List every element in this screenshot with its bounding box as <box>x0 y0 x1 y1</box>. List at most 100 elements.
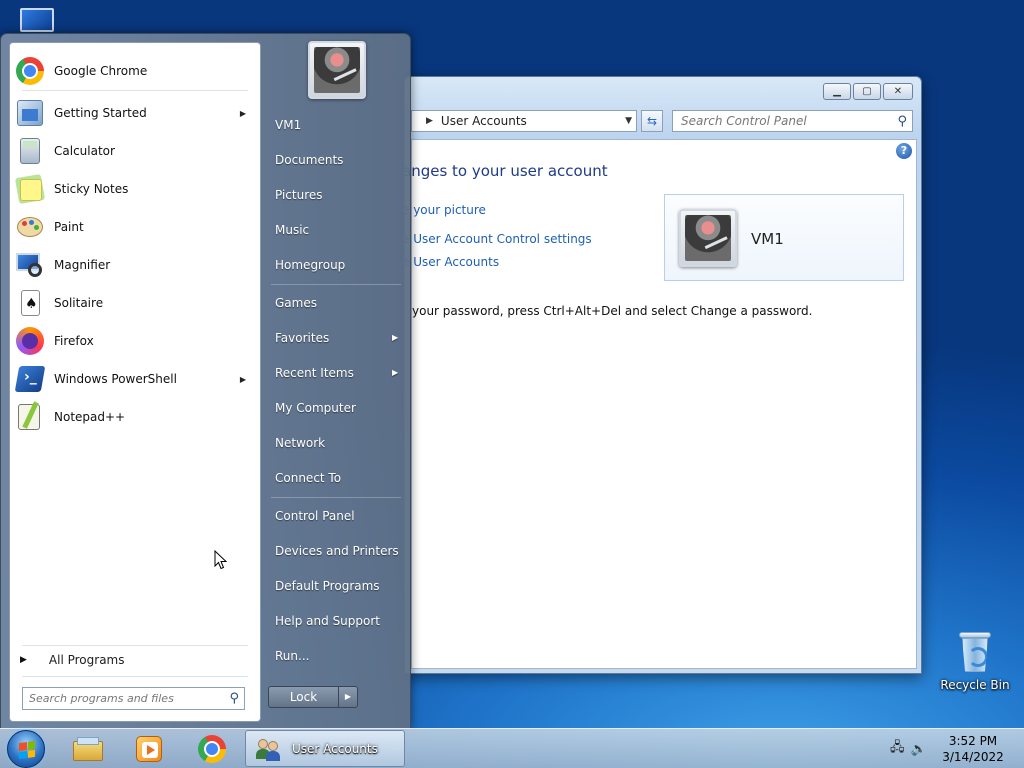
minimize-icon: ▁ <box>833 86 841 97</box>
program-label: Google Chrome <box>54 64 148 78</box>
places-item-default-programs[interactable]: Default Programs <box>275 579 380 593</box>
places-label: Music <box>275 223 310 237</box>
places-item-vm1[interactable]: VM1 <box>275 118 301 132</box>
powershell-icon: ›_ <box>14 363 46 395</box>
address-dropdown-icon[interactable]: ▼ <box>625 116 632 126</box>
places-label: Control Panel <box>275 509 355 523</box>
program-google-chrome[interactable]: Google Chrome <box>12 54 258 88</box>
manage-accounts-link[interactable]: e User Accounts <box>402 255 499 269</box>
start-search-input[interactable]: Search programs and files ⚲ <box>22 687 245 710</box>
taskbar-chrome[interactable] <box>186 732 238 766</box>
places-item-homegroup[interactable]: Homegroup <box>275 258 345 272</box>
paint-icon <box>14 211 46 243</box>
program-label: Calculator <box>54 144 115 158</box>
refresh-button[interactable]: ⇆ <box>641 110 663 132</box>
taskbar-user-accounts[interactable]: User Accounts <box>245 730 405 767</box>
start-button[interactable] <box>7 730 45 768</box>
program-windows-powershell[interactable]: ›_ Windows PowerShell ▶ <box>12 362 258 396</box>
uac-settings-link[interactable]: e User Account Control settings <box>402 232 592 246</box>
submenu-arrow-icon: ▶ <box>392 368 399 377</box>
places-item-favorites[interactable]: Favorites ▶ <box>275 331 398 345</box>
minimize-button[interactable]: ▁ <box>823 83 851 100</box>
clock[interactable]: 3:52 PM 3/14/2022 <box>930 733 1016 765</box>
places-label: My Computer <box>275 401 356 415</box>
chrome-icon <box>14 55 46 87</box>
places-item-recent-items[interactable]: Recent Items ▶ <box>275 366 398 380</box>
program-magnifier[interactable]: Magnifier <box>12 248 258 282</box>
places-item-devices-printers[interactable]: Devices and Printers <box>275 544 399 558</box>
help-icon[interactable]: ? <box>896 143 912 159</box>
divider <box>22 90 248 91</box>
submenu-arrow-icon[interactable]: ▶ <box>240 109 246 118</box>
program-paint[interactable]: Paint <box>12 210 258 244</box>
search-placeholder: Search Control Panel <box>681 114 807 128</box>
places-item-run[interactable]: Run... <box>275 649 309 663</box>
volume-icon[interactable]: 🔈 <box>911 742 927 757</box>
all-programs-arrow-icon: ▶ <box>20 655 27 665</box>
program-solitaire[interactable]: ♠ Solitaire <box>12 286 258 320</box>
computer-desktop-icon[interactable] <box>12 8 62 36</box>
explorer-icon <box>73 737 103 761</box>
solitaire-icon: ♠ <box>14 287 46 319</box>
submenu-arrow-icon[interactable]: ▶ <box>240 375 246 384</box>
all-programs-button[interactable]: ▶ All Programs <box>20 653 125 667</box>
search-icon[interactable]: ⚲ <box>897 114 907 129</box>
lock-main-button[interactable]: Lock <box>269 687 339 707</box>
places-label: Games <box>275 296 317 310</box>
search-control-panel-input[interactable]: Search Control Panel ⚲ <box>672 110 913 132</box>
taskbar-media-player[interactable] <box>123 732 175 766</box>
window-controls: ▁ ▢ ✕ <box>823 83 913 100</box>
places-item-control-panel[interactable]: Control Panel <box>275 509 355 523</box>
shutdown-options-arrow-icon[interactable]: ▶ <box>339 687 357 707</box>
breadcrumb-arrow-icon[interactable]: ▶ <box>426 116 433 126</box>
search-icon[interactable]: ⚲ <box>229 688 239 709</box>
program-getting-started[interactable]: Getting Started ▶ <box>12 96 258 130</box>
program-sticky-notes[interactable]: Sticky Notes <box>12 172 258 206</box>
taskbar-explorer[interactable] <box>62 732 114 766</box>
maximize-icon: ▢ <box>862 86 872 97</box>
network-icon[interactable]: 🖧 <box>890 738 905 760</box>
places-label: Connect To <box>275 471 342 485</box>
all-programs-label: All Programs <box>48 653 125 667</box>
user-avatar-icon <box>679 209 737 267</box>
places-item-help-support[interactable]: Help and Support <box>275 614 380 628</box>
control-panel-content: ? anges to your user account e your pict… <box>402 139 917 669</box>
page-title: anges to your user account <box>402 162 608 180</box>
places-label: VM1 <box>275 118 302 132</box>
places-label: Favorites <box>275 331 330 345</box>
places-item-network[interactable]: Network <box>275 436 325 450</box>
breadcrumb-user-accounts[interactable]: User Accounts <box>441 114 527 128</box>
password-hint-text: your password, press Ctrl+Alt+Del and se… <box>412 304 813 318</box>
program-notepad-plus-plus[interactable]: Notepad++ <box>12 400 258 434</box>
places-item-music[interactable]: Music <box>275 223 309 237</box>
address-bar[interactable]: ▶ User Accounts ▼ <box>411 110 637 132</box>
start-menu-places-pane: VM1 Documents Pictures Music Homegroup G… <box>263 34 410 730</box>
sticky-notes-icon <box>14 173 46 205</box>
program-label: Firefox <box>54 334 94 348</box>
places-label: Run... <box>275 649 310 663</box>
places-label: Network <box>275 436 326 450</box>
close-icon: ✕ <box>893 86 903 97</box>
change-picture-link[interactable]: e your picture <box>402 203 486 217</box>
close-button[interactable]: ✕ <box>883 83 913 100</box>
places-item-documents[interactable]: Documents <box>275 153 343 167</box>
lock-button: Lock ▶ <box>268 686 358 708</box>
user-account-card: VM1 <box>664 194 904 281</box>
places-item-connect-to[interactable]: Connect To <box>275 471 341 485</box>
places-item-games[interactable]: Games <box>275 296 317 310</box>
places-label: Homegroup <box>275 258 346 272</box>
program-label: Getting Started <box>54 106 147 120</box>
program-calculator[interactable]: Calculator <box>12 134 258 168</box>
places-item-my-computer[interactable]: My Computer <box>275 401 356 415</box>
program-firefox[interactable]: Firefox <box>12 324 258 358</box>
places-label: Help and Support <box>275 614 380 628</box>
user-picture-icon[interactable] <box>308 41 366 99</box>
program-label: Sticky Notes <box>54 182 129 196</box>
recycle-bin-desktop-icon[interactable]: Recycle Bin <box>935 630 1015 692</box>
chrome-icon <box>198 735 226 763</box>
places-item-pictures[interactable]: Pictures <box>275 188 323 202</box>
notepadpp-icon <box>14 401 46 433</box>
control-panel-window: ▁ ▢ ✕ ▶ User Accounts ▼ ⇆ Search Control… <box>402 76 922 674</box>
maximize-button[interactable]: ▢ <box>853 83 881 100</box>
program-label: Notepad++ <box>54 410 126 424</box>
